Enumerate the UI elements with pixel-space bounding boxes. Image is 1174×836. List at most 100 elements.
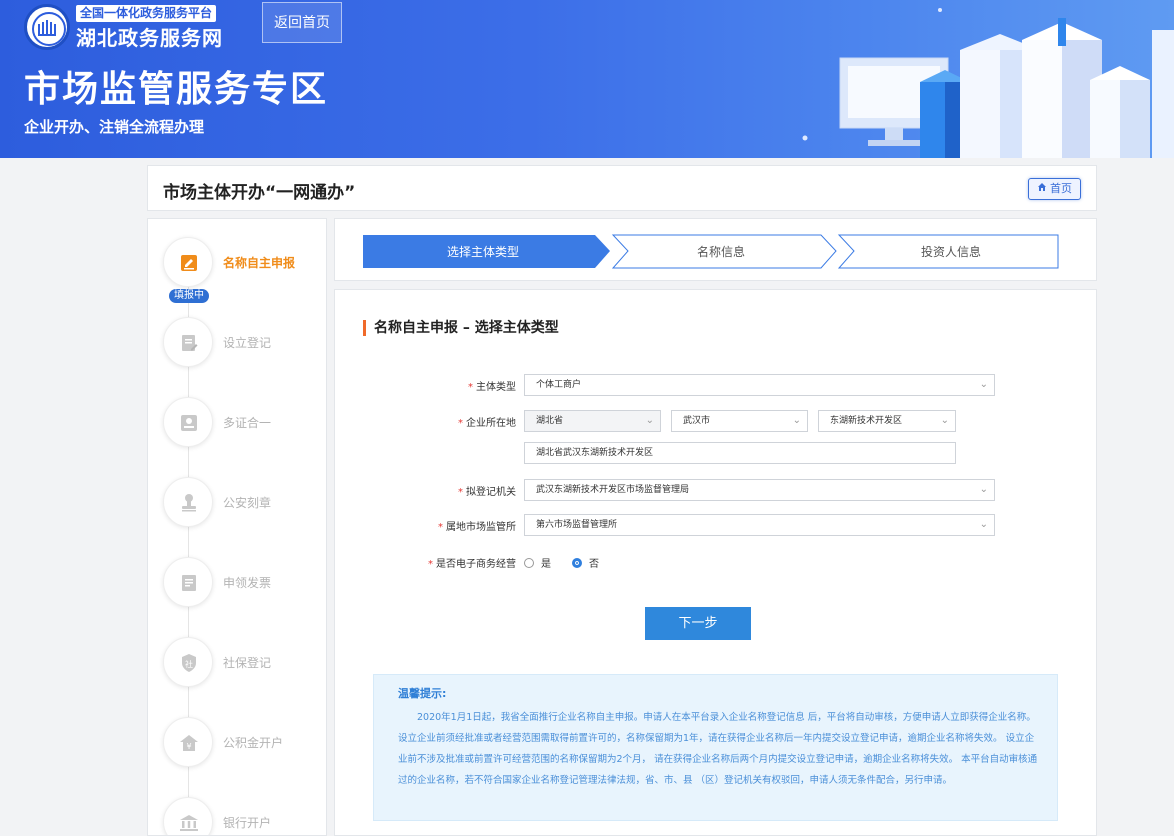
step-circle <box>163 317 213 367</box>
chevron-down-icon: ⌄ <box>792 415 801 426</box>
svg-text:社: 社 <box>185 659 193 669</box>
sidebar-item-label: 银行开户 <box>223 816 272 830</box>
sidebar-item-invoice[interactable]: 申领发票 <box>163 557 323 607</box>
edit-icon <box>181 255 197 271</box>
home-icon <box>1037 179 1047 199</box>
step-circle <box>163 477 213 527</box>
sidebar-item-label: 公安刻章 <box>223 496 272 510</box>
location-label-text: 企业所在地 <box>466 418 516 429</box>
tip-body: 2020年1月1日起，我省全面推行企业名称自主申报。申请人在本平台录入企业名称登… <box>398 712 1038 786</box>
banner-title: 市场监管服务专区 <box>24 69 329 110</box>
required-mark: * <box>468 382 473 393</box>
tip-box: 温馨提示: 2020年1月1日起，我省全面推行企业名称自主申报。申请人在本平台录… <box>373 674 1058 821</box>
ecommerce-label: * 是否电子商务经营 <box>428 555 516 570</box>
district-select[interactable]: 东湖新技术开发区 ⌄ <box>818 410 956 432</box>
sidebar-item-multi-cert[interactable]: 多证合一 <box>163 397 323 447</box>
sidebar-item-label: 设立登记 <box>223 336 272 350</box>
required-mark: * <box>428 559 433 570</box>
sidebar-item-label: 社保登记 <box>223 656 272 670</box>
ecommerce-radio-no[interactable]: 否 <box>572 555 599 570</box>
radio-label-yes: 是 <box>541 559 551 570</box>
status-badge: 填报中 <box>169 289 209 303</box>
shield-icon: 社 <box>182 654 196 672</box>
subject-type-label-text: 主体类型 <box>476 382 516 393</box>
home-button-label: 首页 <box>1050 182 1072 195</box>
progress-step-1[interactable]: 选择主体类型 <box>383 243 583 260</box>
step-circle <box>163 237 213 287</box>
office-label: * 属地市场监管所 <box>438 518 516 533</box>
local-office-select[interactable]: 第六市场监督管理所 ⌄ <box>524 514 995 536</box>
sidebar-item-police-seal[interactable]: 公安刻章 <box>163 477 323 527</box>
radio-circle-icon <box>524 558 534 568</box>
page-title: 市场主体开办“一网通办” <box>163 183 356 203</box>
required-mark: * <box>458 487 463 498</box>
authority-label-text: 拟登记机关 <box>466 487 516 498</box>
tip-title: 温馨提示: <box>398 687 447 700</box>
city-value: 武汉市 <box>683 416 711 426</box>
sidebar-item-establishment[interactable]: 设立登记 <box>163 317 323 367</box>
office-label-wrap: * 属地市场监管所 <box>335 518 516 533</box>
province-select[interactable]: 湖北省 ⌄ <box>524 410 661 432</box>
registration-authority-select[interactable]: 武汉东湖新技术开发区市场监督管理局 ⌄ <box>524 479 995 501</box>
platform-label: 全国一体化政务服务平台 <box>76 5 217 22</box>
home-button[interactable]: 首页 <box>1028 178 1081 200</box>
city-illustration-icon <box>802 8 1174 158</box>
header-banner: 全国一体化政务服务平台 湖北政务服务网 返回首页 市场监管服务专区 企业开办、注… <box>0 0 1174 158</box>
city-select[interactable]: 武汉市 ⌄ <box>671 410 808 432</box>
address-value: 湖北省武汉东湖新技术开发区 <box>536 448 654 458</box>
authority-label: * 拟登记机关 <box>458 483 516 498</box>
progress-step-2[interactable]: 名称信息 <box>621 243 821 260</box>
province-value: 湖北省 <box>536 416 564 426</box>
location-label-wrap: * 企业所在地 <box>335 414 516 429</box>
sidebar-item-label: 公积金开户 <box>223 736 284 750</box>
svg-text:¥: ¥ <box>186 742 191 751</box>
next-step-button[interactable]: 下一步 <box>645 607 751 640</box>
authority-value: 武汉东湖新技术开发区市场监督管理局 <box>536 485 690 495</box>
sidebar-item-housing-fund[interactable]: ¥ 公积金开户 <box>163 717 323 767</box>
sidebar-item-label: 多证合一 <box>223 416 272 430</box>
progress-steps: 选择主体类型 名称信息 投资人信息 <box>334 218 1097 281</box>
bank-icon <box>180 815 198 831</box>
subject-type-select[interactable]: 个体工商户 ⌄ <box>524 374 995 396</box>
address-field[interactable]: 湖北省武汉东湖新技术开发区 <box>524 442 956 464</box>
site-name[interactable]: 湖北政务服务网 <box>76 22 223 51</box>
step-circle: 社 <box>163 637 213 687</box>
chevron-down-icon: ⌄ <box>940 415 949 426</box>
district-value: 东湖新技术开发区 <box>830 416 903 426</box>
subject-type-value: 个体工商户 <box>536 380 582 390</box>
step-circle <box>163 397 213 447</box>
chevron-down-icon: ⌄ <box>645 415 654 426</box>
office-value: 第六市场监督管理所 <box>536 520 618 530</box>
step-circle: ¥ <box>163 717 213 767</box>
radio-label-no: 否 <box>589 559 599 570</box>
sidebar-item-name-declaration[interactable]: 名称自主申报 <box>163 237 323 287</box>
stamp-icon <box>182 494 196 512</box>
office-label-text: 属地市场监管所 <box>446 522 516 533</box>
step-circle <box>163 557 213 607</box>
required-mark: * <box>438 522 443 533</box>
ecommerce-label-text: 是否电子商务经营 <box>436 559 516 570</box>
process-sidebar: 名称自主申报 填报中 设立登记 多证合一 公安刻章 申领发票 社 社保登记 ¥ … <box>147 218 327 836</box>
subject-type-label: * 主体类型 <box>468 378 516 393</box>
sidebar-item-social-security[interactable]: 社 社保登记 <box>163 637 323 687</box>
sidebar-item-label: 申领发票 <box>223 576 272 590</box>
progress-step-3[interactable]: 投资人信息 <box>851 243 1051 260</box>
certificate-icon <box>181 415 197 431</box>
ecommerce-label-wrap: * 是否电子商务经营 <box>335 555 516 570</box>
page-title-bar: 市场主体开办“一网通办” 首页 <box>147 165 1097 211</box>
ecommerce-radio-yes[interactable]: 是 <box>524 555 551 570</box>
sidebar-item-label: 名称自主申报 <box>223 256 296 270</box>
chevron-down-icon: ⌄ <box>979 519 988 530</box>
banner-subtitle: 企业开办、注销全流程办理 <box>24 118 205 136</box>
sidebar-item-bank[interactable]: 银行开户 <box>163 797 323 835</box>
step-circle <box>163 797 213 835</box>
chevron-down-icon: ⌄ <box>979 379 988 390</box>
return-home-button[interactable]: 返回首页 <box>262 2 342 43</box>
required-mark: * <box>458 418 463 429</box>
site-logo-icon[interactable] <box>24 4 70 50</box>
section-title: 名称自主申报 – 选择主体类型 <box>363 320 559 336</box>
subject-type-label-wrap: * 主体类型 <box>335 378 516 393</box>
form-icon <box>182 335 198 351</box>
form-panel: 名称自主申报 – 选择主体类型 * 主体类型 个体工商户 ⌄ * 企业所在地 湖北省… <box>334 289 1097 836</box>
house-yen-icon: ¥ <box>180 735 198 751</box>
